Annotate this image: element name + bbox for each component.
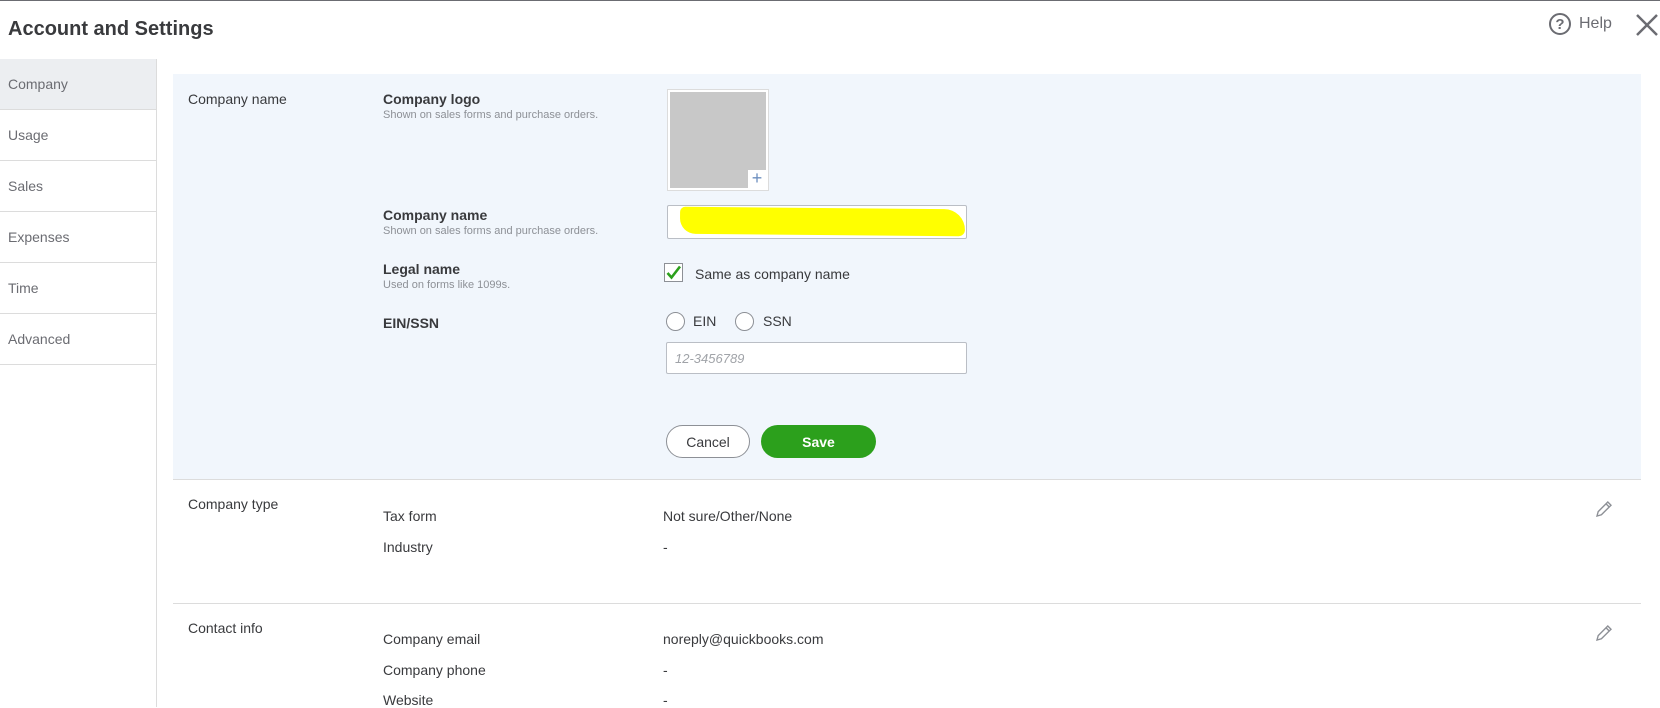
ssn-radio-label: SSN: [763, 313, 792, 329]
check-icon: [666, 265, 682, 280]
save-button[interactable]: Save: [761, 425, 876, 458]
industry-label: Industry: [383, 539, 433, 555]
company-logo-subtitle: Shown on sales forms and purchase orders…: [383, 109, 599, 121]
section-divider: [173, 603, 1641, 604]
sidebar-item-advanced[interactable]: Advanced: [0, 314, 156, 365]
sidebar-item-label: Sales: [8, 178, 44, 194]
sidebar-item-label: Advanced: [8, 331, 71, 347]
legal-name-subtitle: Used on forms like 1099s.: [383, 279, 511, 291]
ein-radio[interactable]: [666, 312, 685, 331]
cancel-button[interactable]: Cancel: [666, 425, 750, 458]
section-label-contact-info: Contact info: [188, 620, 263, 636]
section-label-company-type: Company type: [188, 496, 279, 512]
sidebar-item-usage[interactable]: Usage: [0, 110, 156, 161]
help-label: Help: [1579, 15, 1612, 32]
ein-radio-label: EIN: [693, 313, 717, 329]
top-border: [0, 0, 1660, 1]
page-title: Account and Settings: [8, 18, 214, 40]
industry-value: -: [663, 539, 668, 555]
close-icon[interactable]: [1634, 12, 1660, 38]
company-email-value: noreply@quickbooks.com: [663, 631, 824, 647]
section-label-company-name: Company name: [188, 91, 287, 107]
company-logo-title: Company logo: [383, 91, 481, 107]
website-value: -: [663, 692, 668, 708]
sidebar-item-label: Company: [8, 76, 68, 92]
sidebar-item-company[interactable]: Company: [0, 59, 156, 110]
same-as-company-name-checkbox[interactable]: [664, 263, 683, 282]
pencil-icon[interactable]: [1594, 499, 1614, 519]
website-label: Website: [383, 692, 434, 708]
company-logo-upload[interactable]: +: [668, 90, 768, 190]
tax-form-label: Tax form: [383, 508, 437, 524]
redaction-mark: [679, 206, 966, 237]
sidebar-item-label: Usage: [8, 127, 49, 143]
sidebar-item-label: Expenses: [8, 229, 70, 245]
help-icon: ?: [1549, 13, 1571, 35]
sidebar-item-sales[interactable]: Sales: [0, 161, 156, 212]
company-email-label: Company email: [383, 631, 481, 647]
sidebar-item-label: Time: [8, 280, 39, 296]
same-as-company-name-label: Same as company name: [695, 266, 850, 282]
company-phone-value: -: [663, 662, 668, 678]
legal-name-title: Legal name: [383, 261, 461, 277]
ssn-radio[interactable]: [735, 312, 754, 331]
sidebar-item-time[interactable]: Time: [0, 263, 156, 314]
tax-form-value: Not sure/Other/None: [663, 508, 793, 524]
pencil-icon[interactable]: [1594, 623, 1614, 643]
section-divider: [173, 479, 1641, 480]
company-name-subtitle: Shown on sales forms and purchase orders…: [383, 225, 599, 237]
ein-ssn-title: EIN/SSN: [383, 315, 440, 331]
plus-icon: +: [748, 169, 766, 188]
company-name-title: Company name: [383, 207, 488, 223]
settings-sidebar: Company Usage Sales Expenses Time Advanc…: [0, 59, 157, 707]
sidebar-item-expenses[interactable]: Expenses: [0, 212, 156, 263]
company-phone-label: Company phone: [383, 662, 486, 678]
ein-ssn-input[interactable]: [666, 342, 967, 374]
help-button[interactable]: ? Help: [1549, 13, 1612, 35]
